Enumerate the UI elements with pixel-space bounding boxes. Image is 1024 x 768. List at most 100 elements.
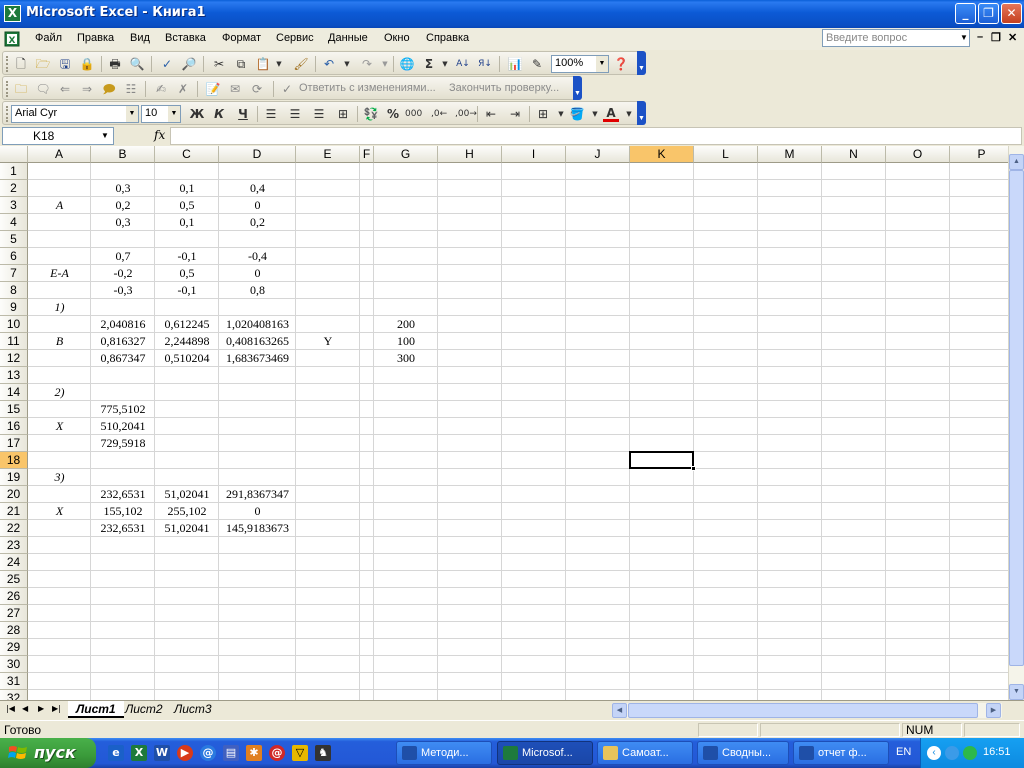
chevron-down-icon[interactable]: ▼: [596, 56, 608, 72]
chevron-down-icon[interactable]: ▼: [377, 56, 393, 72]
reply-with-changes-button[interactable]: Ответить с изменениями...: [299, 82, 436, 94]
column-header-I[interactable]: I: [502, 146, 566, 163]
sort-descending-icon[interactable]: Я↓: [477, 56, 493, 72]
calculator-icon[interactable]: ▤: [223, 745, 239, 761]
print-icon[interactable]: 🖶: [107, 56, 123, 72]
row-header-10[interactable]: 10: [0, 316, 28, 333]
increase-decimal-icon[interactable]: ,0←: [431, 106, 447, 122]
row-header-31[interactable]: 31: [0, 673, 28, 690]
bold-button[interactable]: Ж: [189, 106, 205, 122]
first-sheet-icon[interactable]: |◀: [6, 704, 15, 713]
cell-D7[interactable]: 0: [219, 265, 296, 282]
chevron-down-icon[interactable]: ▼: [168, 106, 180, 122]
chevron-down-icon[interactable]: ▼: [587, 106, 603, 122]
row-header-32[interactable]: 32: [0, 690, 28, 700]
row-header-27[interactable]: 27: [0, 605, 28, 622]
row-header-12[interactable]: 12: [0, 350, 28, 367]
cell-A11[interactable]: B: [28, 333, 91, 350]
sheet-tab-3[interactable]: Лист3: [166, 701, 220, 718]
open-folder-icon[interactable]: 🗁: [35, 56, 51, 72]
cell-A21[interactable]: X: [28, 503, 91, 520]
menu-view[interactable]: Вид: [130, 32, 150, 44]
column-header-A[interactable]: A: [28, 146, 91, 163]
font-color-icon[interactable]: A: [603, 106, 619, 122]
format-painter-icon[interactable]: 🖌: [293, 56, 309, 72]
cell-D2[interactable]: 0,4: [219, 180, 296, 197]
doc-close-button[interactable]: ✕: [1008, 31, 1017, 44]
chevron-down-icon[interactable]: ▼: [97, 128, 113, 144]
cell-B20[interactable]: 232,6531: [91, 486, 155, 503]
cell-A7[interactable]: E-A: [28, 265, 91, 282]
row-header-23[interactable]: 23: [0, 537, 28, 554]
align-center-icon[interactable]: ☰: [287, 106, 303, 122]
doc-minimize-button[interactable]: –: [977, 31, 983, 43]
cell-C22[interactable]: 51,02041: [155, 520, 219, 537]
chevron-down-icon[interactable]: ▼: [621, 106, 637, 122]
column-header-K[interactable]: K: [630, 146, 694, 163]
row-header-28[interactable]: 28: [0, 622, 28, 639]
fill-handle[interactable]: [691, 466, 696, 471]
cell-B6[interactable]: 0,7: [91, 248, 155, 265]
toolbar-options-icon[interactable]: ▼: [637, 101, 646, 125]
chevron-down-icon[interactable]: ▼: [958, 30, 970, 46]
insert-function-icon[interactable]: fx: [154, 128, 165, 142]
prev-sheet-icon[interactable]: ◀: [22, 704, 28, 713]
cell-C12[interactable]: 0,510204: [155, 350, 219, 367]
sheet-tab-2[interactable]: Лист2: [117, 701, 171, 718]
icq-icon[interactable]: [963, 746, 977, 760]
row-header-25[interactable]: 25: [0, 571, 28, 588]
ask-question-input[interactable]: Введите вопрос: [822, 29, 970, 47]
font-size-select[interactable]: 10 ▼: [141, 105, 181, 123]
row-header-4[interactable]: 4: [0, 214, 28, 231]
sort-ascending-icon[interactable]: A↓: [455, 56, 471, 72]
spelling-icon[interactable]: ✓: [159, 56, 175, 72]
taskbar-button-3[interactable]: Самоат...: [597, 741, 693, 765]
minimize-button[interactable]: _: [955, 3, 976, 24]
taskbar-button-4[interactable]: Сводны...: [697, 741, 789, 765]
tray-expand-icon[interactable]: ‹: [927, 746, 941, 760]
merge-center-icon[interactable]: ⊞: [335, 106, 351, 122]
cell-C6[interactable]: -0,1: [155, 248, 219, 265]
taskbar-button-5[interactable]: отчет ф...: [793, 741, 889, 765]
row-header-29[interactable]: 29: [0, 639, 28, 656]
cell-B12[interactable]: 0,867347: [91, 350, 155, 367]
column-header-J[interactable]: J: [566, 146, 630, 163]
column-header-H[interactable]: H: [438, 146, 502, 163]
cell-B17[interactable]: 729,5918: [91, 435, 155, 452]
row-header-15[interactable]: 15: [0, 401, 28, 418]
media-player-icon[interactable]: ▶: [177, 745, 193, 761]
percent-button[interactable]: %: [385, 106, 401, 122]
column-header-E[interactable]: E: [296, 146, 360, 163]
autosum-icon[interactable]: Σ: [421, 56, 437, 72]
cell-A14[interactable]: 2): [28, 384, 91, 401]
align-left-icon[interactable]: ☰: [263, 106, 279, 122]
menu-format[interactable]: Формат: [222, 32, 261, 44]
font-name-select[interactable]: Arial Cyr ▼: [11, 105, 139, 123]
print-preview-icon[interactable]: 🔍: [129, 56, 145, 72]
start-button[interactable]: пуск: [0, 738, 96, 768]
mail-recipient-icon[interactable]: ✉: [227, 81, 243, 97]
scroll-thumb[interactable]: [1009, 170, 1024, 666]
hyperlink-icon[interactable]: 🌐: [399, 56, 415, 72]
cell-C20[interactable]: 51,02041: [155, 486, 219, 503]
cell-A3[interactable]: A: [28, 197, 91, 214]
underline-button[interactable]: Ч: [235, 106, 251, 122]
next-comment-icon[interactable]: ⇒: [79, 81, 95, 97]
language-indicator[interactable]: EN: [896, 746, 911, 758]
cell-B7[interactable]: -0,2: [91, 265, 155, 282]
menu-help[interactable]: Справка: [426, 32, 469, 44]
drawing-icon[interactable]: ✎: [529, 56, 545, 72]
spreadsheet-grid[interactable]: A B C D E F G H I J K L M N O P 1 2 3 4 5 6 7 8 9 10 11 12 13 14 15 16 1…: [0, 146, 1008, 700]
row-header-11[interactable]: 11: [0, 333, 28, 350]
row-header-14[interactable]: 14: [0, 384, 28, 401]
research-icon[interactable]: 🔎: [181, 56, 197, 72]
cell-A19[interactable]: 3): [28, 469, 91, 486]
menu-file[interactable]: Файл: [35, 32, 62, 44]
cell-G11[interactable]: 100: [374, 333, 438, 350]
cell-B21[interactable]: 155,102: [91, 503, 155, 520]
cell-C8[interactable]: -0,1: [155, 282, 219, 299]
column-header-B[interactable]: B: [91, 146, 155, 163]
toolbar-options-icon[interactable]: ▼: [573, 76, 582, 100]
network-icon[interactable]: [945, 746, 959, 760]
chevron-down-icon[interactable]: ▼: [437, 56, 453, 72]
